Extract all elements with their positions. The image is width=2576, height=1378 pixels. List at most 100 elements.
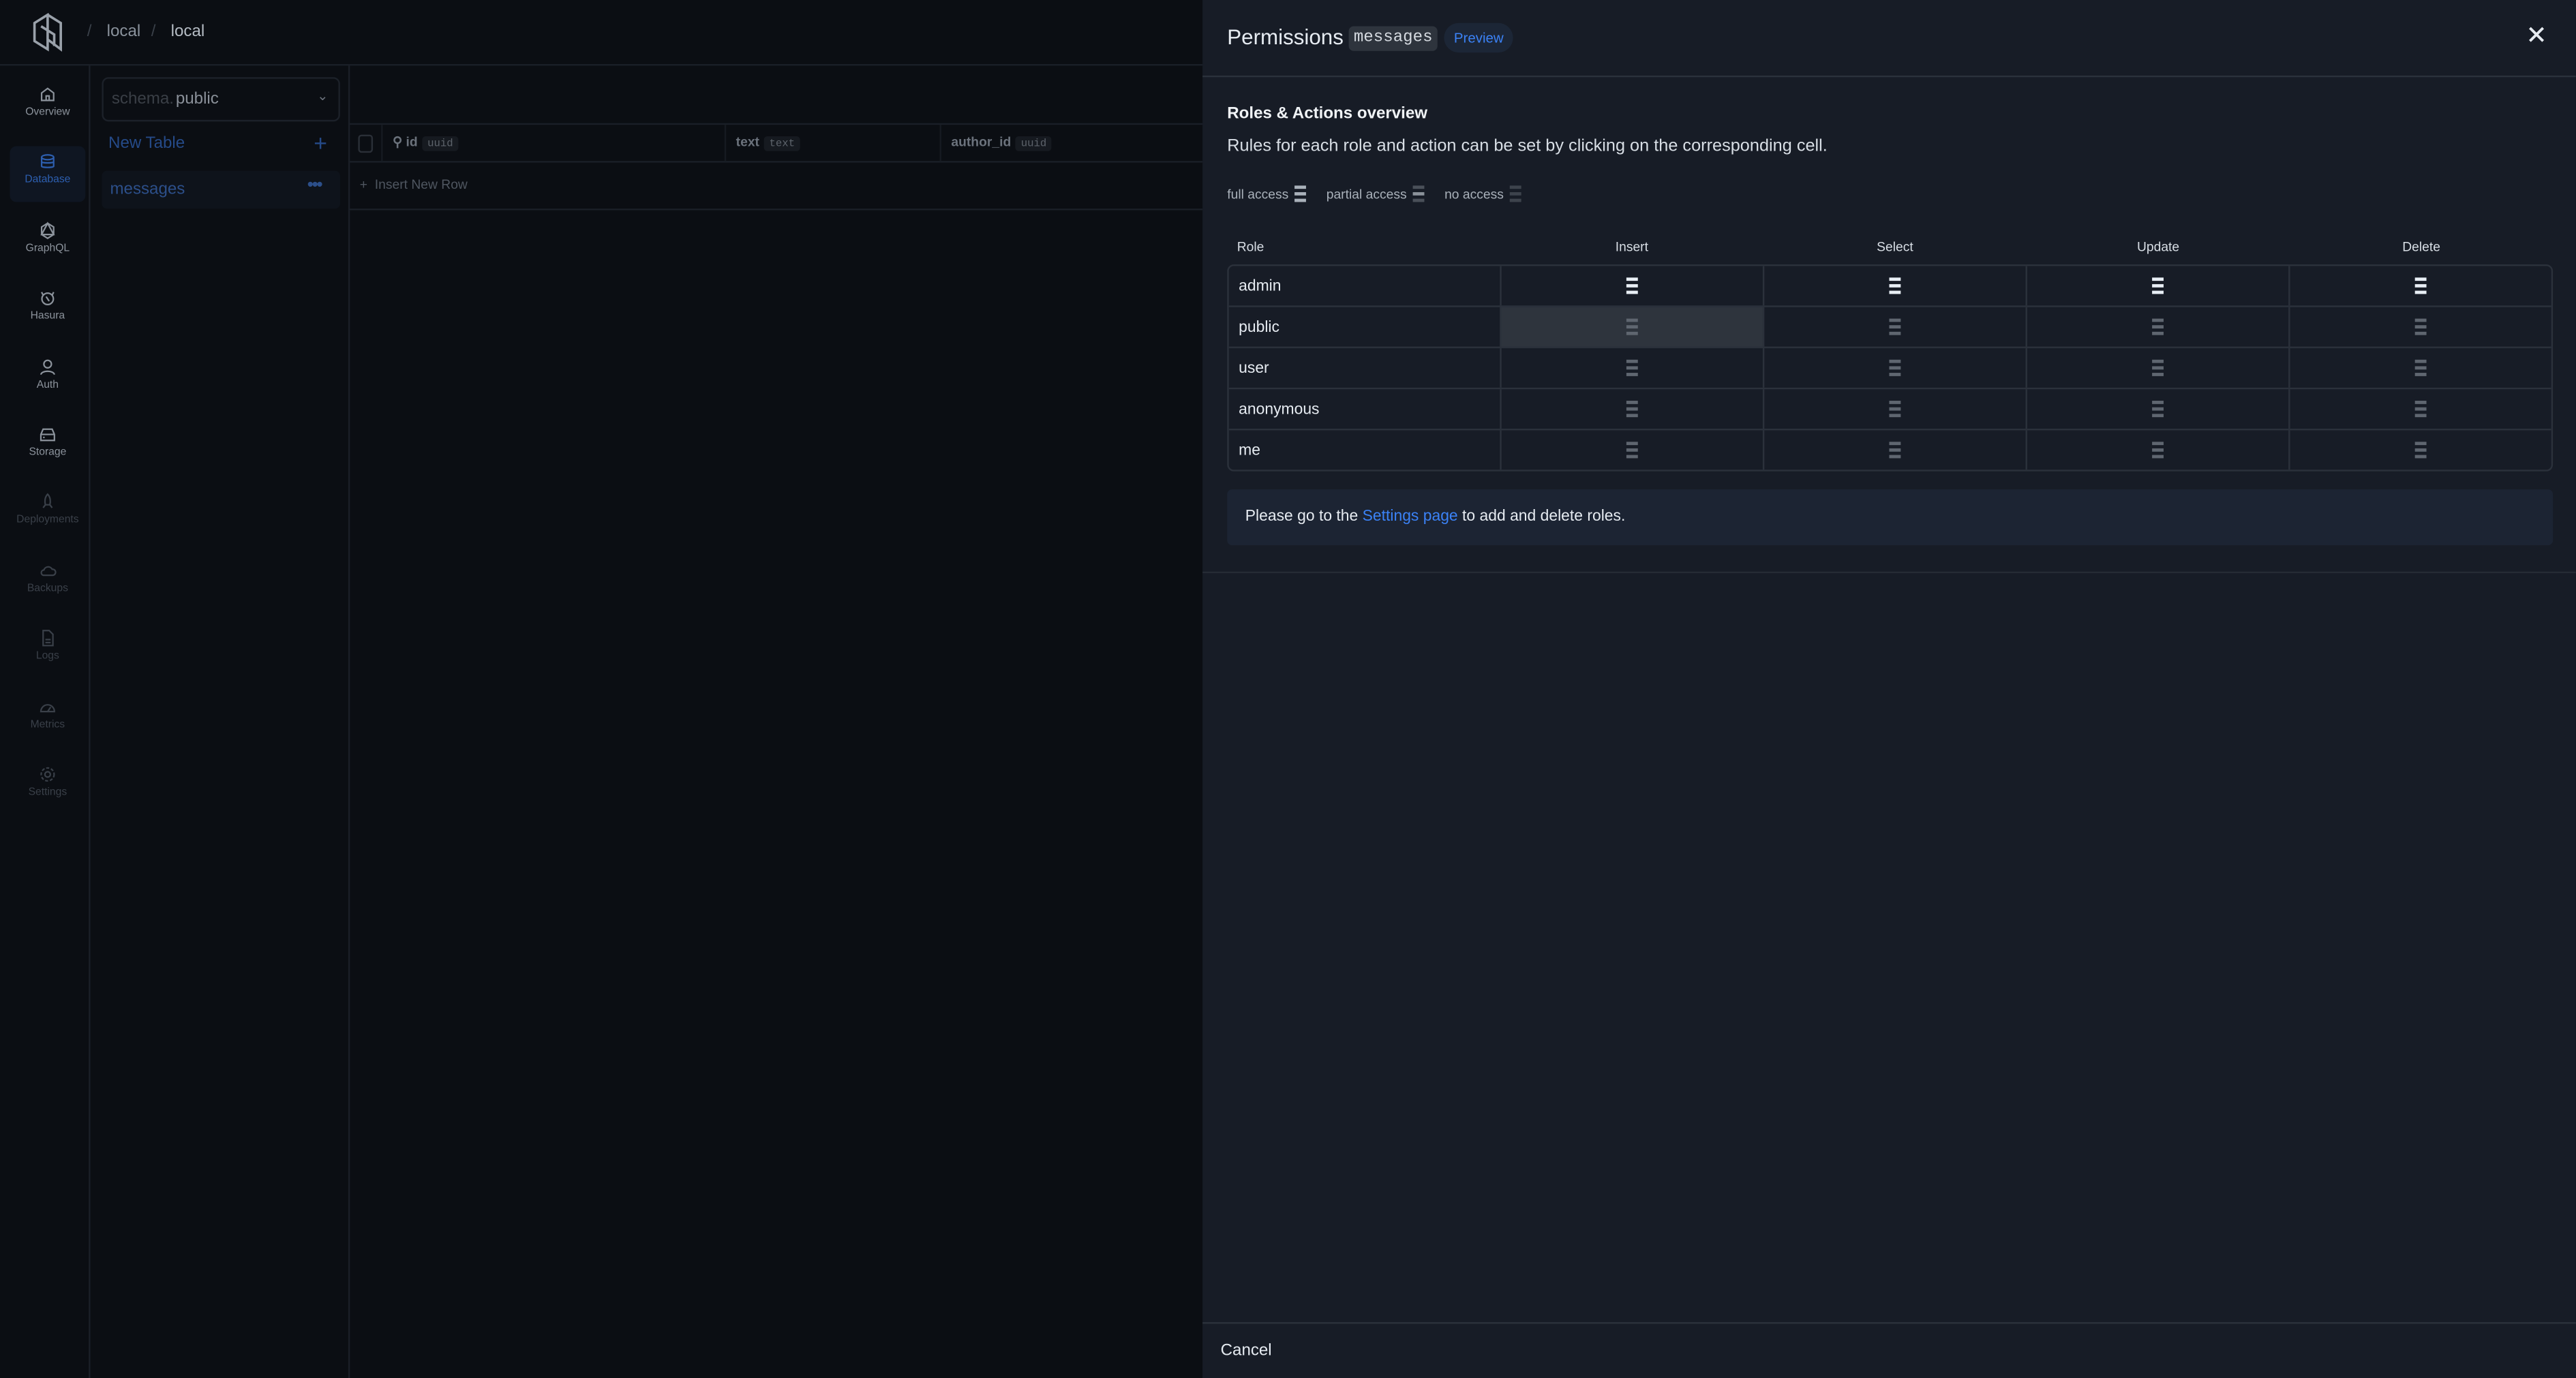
more-options-icon[interactable]: ••• — [307, 176, 322, 196]
nav-label: Settings — [10, 786, 85, 798]
info-text: Please go to the — [1245, 508, 1363, 526]
role-name: user — [1229, 348, 1500, 388]
nav-label: Auth — [10, 379, 85, 391]
nav-item-graphql[interactable]: GraphQL — [10, 215, 85, 271]
breadcrumb-project[interactable]: local — [171, 23, 205, 42]
permission-cell-update[interactable] — [2026, 389, 2289, 429]
insert-row-button[interactable]: + Insert New Row — [348, 159, 1202, 211]
permission-cell-select[interactable] — [1763, 389, 2026, 429]
header-delete: Delete — [2290, 235, 2553, 264]
nav-item-backups[interactable]: Backups — [10, 555, 85, 611]
no-access-icon — [1626, 319, 1638, 335]
nav-item-overview[interactable]: Overview — [10, 79, 85, 135]
cancel-button[interactable]: Cancel — [1221, 1342, 1272, 1360]
permissions-table-body: adminpublicuseranonymousme — [1227, 264, 2553, 472]
table-sidebar: schema. public ⌄ New Table + messages ••… — [89, 64, 350, 1378]
no-access-icon — [1890, 319, 1901, 335]
permission-cell-update[interactable] — [2026, 430, 2289, 470]
nav-label: GraphQL — [10, 243, 85, 254]
nav-label: Database — [10, 174, 85, 186]
permission-cell-select[interactable] — [1763, 348, 2026, 388]
top-bar: / local / local — [0, 0, 1202, 65]
select-all-cell — [348, 125, 383, 161]
settings-page-link[interactable]: Settings page — [1363, 508, 1458, 526]
select-all-checkbox[interactable] — [358, 135, 373, 153]
close-icon[interactable] — [2527, 25, 2547, 44]
permission-cell-delete[interactable] — [2288, 348, 2551, 388]
nav-item-auth[interactable]: Auth — [10, 351, 85, 407]
no-access-icon — [1890, 442, 1901, 458]
user-icon — [37, 357, 57, 376]
breadcrumb-workspace[interactable]: local — [107, 23, 141, 42]
permission-cell-delete[interactable] — [2288, 266, 2551, 305]
plus-icon[interactable]: + — [314, 129, 327, 156]
nav-item-database[interactable]: Database — [10, 147, 85, 202]
header-select: Select — [1763, 235, 2027, 264]
column-header-text[interactable]: texttext — [726, 125, 941, 161]
permission-cell-select[interactable] — [1763, 307, 2026, 347]
nav-item-hasura[interactable]: Hasura — [10, 283, 85, 339]
nav-item-metrics[interactable]: Metrics — [10, 691, 85, 747]
nav-item-settings[interactable]: Settings — [10, 759, 85, 814]
legend-none-label: no access — [1444, 187, 1504, 202]
permission-cell-update[interactable] — [2026, 348, 2289, 388]
permission-cell-delete[interactable] — [2288, 430, 2551, 470]
no-access-icon — [2415, 319, 2427, 335]
permissions-table-header: Role Insert Select Update Delete — [1227, 235, 2553, 264]
no-access-icon — [1890, 401, 1901, 417]
data-grid: ⚲ iduuid texttext author_iduuid + Insert… — [348, 64, 1202, 1378]
gauge-icon — [37, 697, 57, 716]
role-row-admin: admin — [1229, 266, 2551, 305]
permission-cell-update[interactable] — [2026, 266, 2289, 305]
no-access-icon — [2152, 442, 2164, 458]
grid-header: ⚲ iduuid texttext author_iduuid — [348, 123, 1202, 163]
no-access-icon — [1626, 401, 1638, 417]
column-header-id[interactable]: ⚲ iduuid — [383, 125, 727, 161]
role-name: me — [1229, 430, 1500, 470]
role-row-user: user — [1229, 347, 2551, 388]
permission-cell-update[interactable] — [2026, 307, 2289, 347]
header-role: Role — [1227, 235, 1500, 264]
breadcrumb-separator: / — [151, 23, 156, 42]
permissions-table: Role Insert Select Update Delete adminpu… — [1227, 235, 2553, 472]
column-name: author_id — [951, 135, 1011, 150]
nav-item-deployments[interactable]: Deployments — [10, 487, 85, 542]
permission-cell-insert[interactable] — [1500, 266, 1763, 305]
permission-cell-delete[interactable] — [2288, 307, 2551, 347]
nav-item-logs[interactable]: Logs — [10, 623, 85, 679]
role-row-public: public — [1229, 305, 2551, 346]
role-name: admin — [1229, 266, 1500, 305]
permission-cell-insert[interactable] — [1500, 348, 1763, 388]
column-header-author-id[interactable]: author_iduuid — [941, 125, 1202, 161]
nav-item-storage[interactable]: Storage — [10, 419, 85, 475]
new-table-button[interactable]: New Table — [108, 135, 185, 153]
column-name: id — [406, 135, 417, 150]
app-root: / local / local Overview Database GraphQL H… — [0, 0, 2576, 1378]
no-access-icon — [1626, 442, 1638, 458]
permission-cell-insert[interactable] — [1500, 389, 1763, 429]
full-access-icon — [1626, 277, 1638, 294]
no-access-icon — [2152, 360, 2164, 376]
nav-label: Storage — [10, 447, 85, 459]
logo-icon[interactable] — [29, 13, 65, 52]
role-name: anonymous — [1229, 389, 1500, 429]
permission-cell-insert[interactable] — [1500, 307, 1763, 347]
role-row-anonymous: anonymous — [1229, 388, 2551, 429]
role-row-me: me — [1229, 429, 2551, 470]
permission-cell-insert[interactable] — [1500, 430, 1763, 470]
key-icon: ⚲ — [393, 135, 402, 150]
file-icon — [37, 629, 57, 647]
table-item-messages[interactable]: messages ••• — [102, 171, 339, 209]
role-name: public — [1229, 307, 1500, 347]
permission-cell-select[interactable] — [1763, 266, 2026, 305]
schema-select[interactable]: schema. public ⌄ — [102, 77, 339, 121]
no-access-icon — [2152, 319, 2164, 335]
permission-cell-delete[interactable] — [2288, 389, 2551, 429]
nav-label: Hasura — [10, 311, 85, 322]
no-access-icon — [2415, 360, 2427, 376]
chevron-down-icon: ⌄ — [317, 89, 328, 104]
main-nav: Overview Database GraphQL Hasura Auth Storage… — [0, 64, 91, 1378]
permission-cell-select[interactable] — [1763, 430, 2026, 470]
header-insert: Insert — [1500, 235, 1763, 264]
drawer-footer: Cancel — [1202, 1322, 2576, 1378]
